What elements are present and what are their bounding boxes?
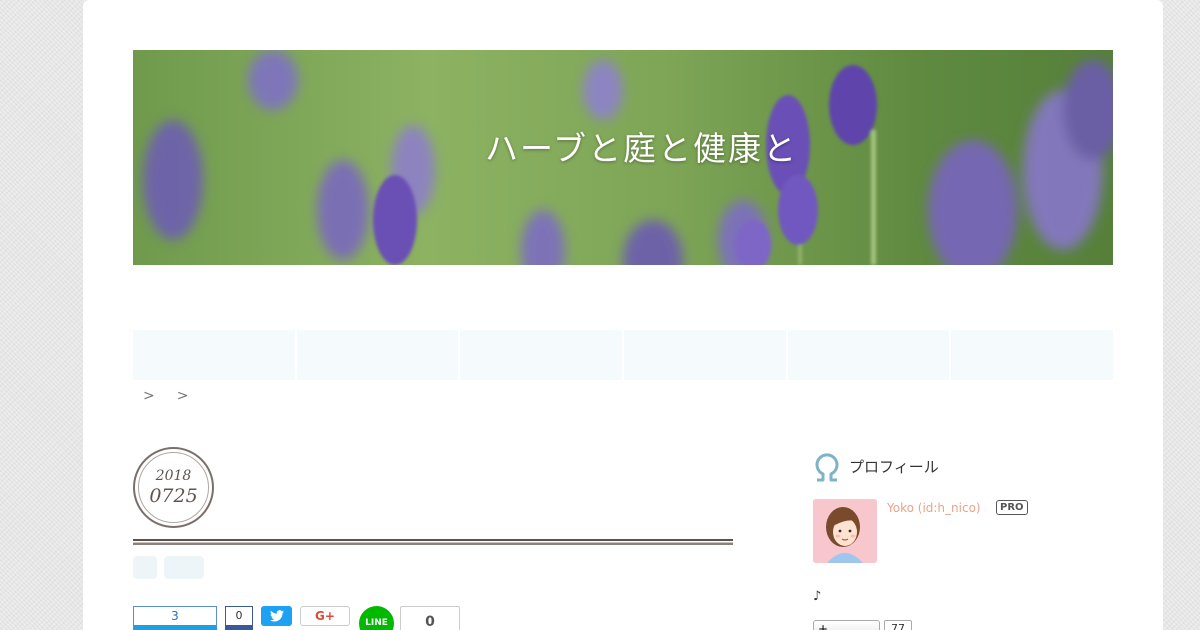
facebook-share-count[interactable]: 0	[225, 606, 253, 630]
category-chip[interactable]	[133, 556, 157, 579]
category-chip[interactable]	[164, 556, 204, 579]
twitter-bird-icon	[269, 610, 284, 622]
entry-date-month-day: 0725	[149, 485, 198, 507]
entry-date-year: 2018	[155, 468, 192, 484]
nav-item-4[interactable]	[624, 330, 788, 380]
profile-description: ♪	[813, 589, 822, 604]
breadcrumb-separator: >	[176, 388, 189, 404]
line-share-button[interactable]: LINE	[359, 606, 394, 630]
nav-item-5[interactable]	[788, 330, 952, 380]
breadcrumb-separator: >	[143, 388, 155, 404]
follower-count: 77	[884, 620, 912, 630]
sidebar-profile-title: プロフィール	[849, 457, 939, 476]
pocket-count[interactable]: 0	[400, 606, 460, 630]
profile-heading-icon	[815, 453, 839, 482]
blog-title[interactable]: ハーブと庭と健康と	[485, 122, 845, 170]
tweet-button[interactable]	[261, 606, 292, 626]
entry-title-divider	[133, 539, 733, 545]
follow-button[interactable]: +	[813, 620, 880, 630]
breadcrumb: > >	[143, 388, 188, 404]
hatena-bookmark-count[interactable]: 3	[133, 606, 217, 630]
nav-item-2[interactable]	[297, 330, 461, 380]
nav-item-1[interactable]	[133, 330, 297, 380]
header-banner[interactable]: ハーブと庭と健康と	[133, 50, 1113, 265]
sidebar-profile-heading: プロフィール	[813, 450, 939, 482]
entry-date-badge: 2018 0725	[133, 447, 214, 528]
user-avatar-illustration	[813, 499, 877, 563]
pro-badge: PRO	[996, 500, 1028, 515]
nav-item-6[interactable]	[951, 330, 1113, 380]
google-plus-button[interactable]: G+	[300, 606, 350, 626]
global-nav	[133, 330, 1113, 380]
nav-item-3[interactable]	[460, 330, 625, 380]
profile-user-name[interactable]: Yoko (id:h_nico)	[887, 501, 981, 515]
page-container: ハーブと庭と健康と > > 2018 0725 3 0 G+ LINE 0 プロ…	[83, 0, 1163, 630]
avatar[interactable]	[813, 499, 877, 563]
